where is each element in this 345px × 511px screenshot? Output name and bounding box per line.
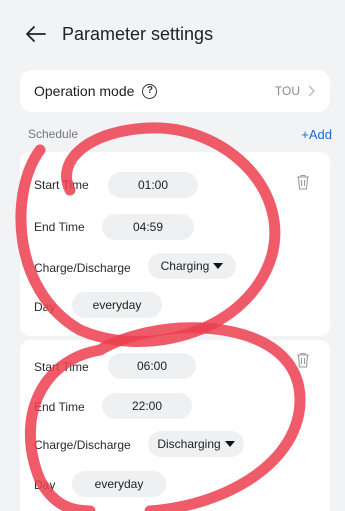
charge-row: Charge/Discharge (34, 261, 131, 275)
charge-row: Charge/Discharge (34, 438, 131, 452)
trash-icon[interactable] (296, 352, 310, 368)
charge-discharge-select[interactable]: Discharging (148, 431, 244, 457)
day-row: Day (34, 478, 55, 492)
charge-discharge-select[interactable]: Charging (148, 253, 236, 279)
schedule-card-1: Start Time 01:00 End Time 04:59 Charge/D… (20, 152, 330, 336)
chevron-right-icon (308, 85, 315, 97)
day-field[interactable]: everyday (72, 292, 162, 318)
day-label: Day (34, 478, 56, 492)
back-arrow-icon[interactable] (24, 22, 48, 46)
day-field[interactable]: everyday (72, 471, 166, 497)
day-label: Day (34, 300, 56, 314)
add-schedule-button[interactable]: +Add (301, 127, 332, 142)
start-time-label: Start Time (34, 360, 89, 374)
schedule-label: Schedule (28, 127, 79, 141)
end-time-field[interactable]: 22:00 (102, 393, 192, 419)
end-time-row: End Time (34, 400, 85, 414)
operation-mode-value: TOU (274, 84, 300, 98)
charge-discharge-value: Charging (160, 259, 210, 273)
end-time-row: End Time (34, 220, 85, 234)
charge-discharge-value: Discharging (157, 437, 221, 451)
day-row: Day (34, 300, 55, 314)
operation-mode-label: Operation mode (34, 83, 135, 99)
operation-mode-row[interactable]: Operation mode ? TOU (20, 70, 330, 112)
start-time-label: Start Time (34, 178, 89, 192)
end-time-field[interactable]: 04:59 (102, 214, 194, 240)
start-time-field[interactable]: 06:00 (108, 353, 196, 379)
header: Parameter settings (0, 0, 345, 68)
start-time-row: Start Time (34, 360, 89, 374)
dropdown-caret-icon (213, 263, 224, 269)
start-time-field[interactable]: 01:00 (108, 172, 198, 198)
end-time-label: End Time (34, 220, 85, 234)
charge-discharge-label: Charge/Discharge (34, 261, 131, 275)
dropdown-caret-icon (224, 441, 235, 447)
trash-icon[interactable] (296, 174, 310, 190)
end-time-label: End Time (34, 400, 85, 414)
charge-discharge-label: Charge/Discharge (34, 438, 131, 452)
help-icon[interactable]: ? (142, 83, 158, 99)
schedule-header: Schedule +Add (28, 124, 332, 144)
start-time-row: Start Time (34, 178, 89, 192)
schedule-card-2: Start Time 06:00 End Time 22:00 Charge/D… (20, 340, 330, 511)
page-title: Parameter settings (62, 23, 214, 44)
